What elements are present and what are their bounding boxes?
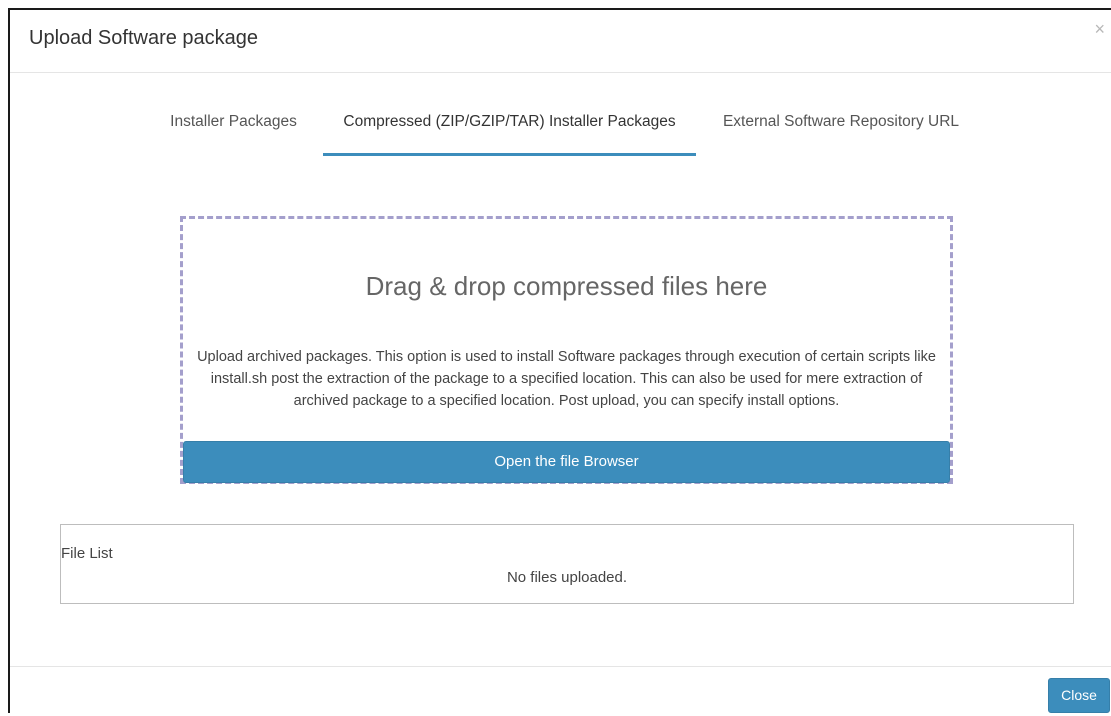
tab-installer-packages[interactable]: Installer Packages <box>162 104 305 156</box>
upload-tabs: Installer Packages Compressed (ZIP/GZIP/… <box>10 104 1111 156</box>
tab-external-repository-url[interactable]: External Software Repository URL <box>710 104 972 156</box>
open-file-browser-button[interactable]: Open the file Browser <box>183 441 950 483</box>
modal-title: Upload Software package <box>29 27 259 49</box>
file-list-empty-message: No files uploaded. <box>506 569 628 586</box>
modal-header: Upload Software package × <box>10 10 1111 73</box>
close-button[interactable]: Close <box>1048 678 1110 713</box>
upload-software-modal: Upload Software package × Installer Pack… <box>8 8 1111 713</box>
tab-compressed-installer-packages[interactable]: Compressed (ZIP/GZIP/TAR) Installer Pack… <box>323 104 696 156</box>
dropzone-title: Drag & drop compressed files here <box>365 271 768 301</box>
file-list-label: File List <box>61 545 113 562</box>
dropzone-description: Upload archived packages. This option is… <box>197 349 936 409</box>
close-icon[interactable]: × <box>1094 20 1105 38</box>
modal-footer: Close <box>10 666 1111 716</box>
file-dropzone[interactable]: Drag & drop compressed files here Upload… <box>180 216 953 484</box>
file-list-panel: File List No files uploaded. <box>60 524 1074 604</box>
